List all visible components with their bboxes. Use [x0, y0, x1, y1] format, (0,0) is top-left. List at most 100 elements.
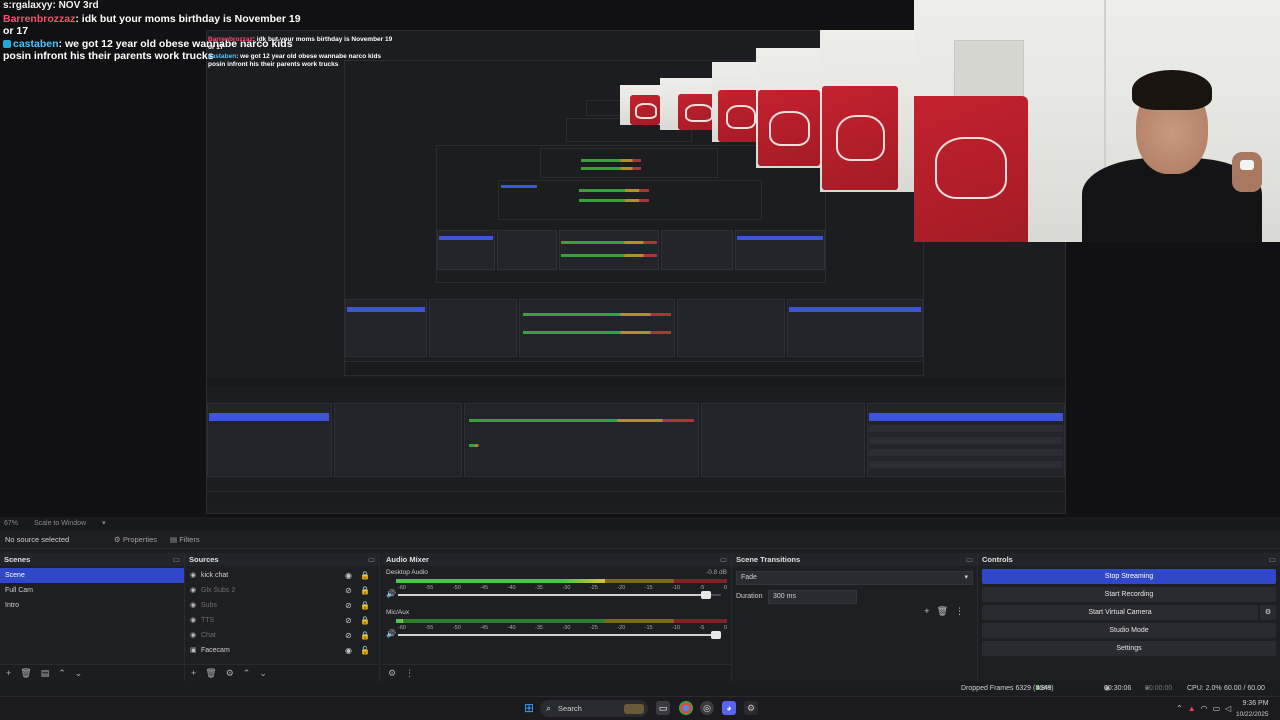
source-item[interactable]: ◉ Chat ⊘ 🔒: [185, 628, 379, 643]
chevron-up-icon[interactable]: ⌃: [1176, 704, 1188, 713]
transition-select[interactable]: Fade ▾: [736, 571, 973, 585]
facecam: [914, 0, 1280, 242]
volume-slider[interactable]: [398, 591, 721, 599]
meter-tick-label: 0: [723, 625, 727, 631]
eye-icon[interactable]: ◉: [345, 643, 352, 658]
browser-icon: ◉: [190, 572, 197, 579]
scene-item[interactable]: Scene: [0, 568, 184, 583]
trash-icon[interactable]: 🗑: [205, 668, 216, 678]
filter-icon[interactable]: ▤: [41, 668, 50, 678]
nested-chat-overlay: Barrenbrozzaz: idk but your moms birthda…: [208, 36, 393, 68]
alert-icon[interactable]: ▲: [1188, 704, 1201, 713]
eye-hidden-icon[interactable]: ⊘: [345, 598, 352, 613]
settings-button[interactable]: Settings: [982, 641, 1276, 656]
meter-tick-label: -5: [699, 625, 705, 631]
volume-icon[interactable]: ◁: [1225, 704, 1236, 713]
eye-hidden-icon[interactable]: ⊘: [345, 613, 352, 628]
clock-time: 9:36 PM: [1242, 700, 1269, 707]
task-view-icon[interactable]: ▭: [656, 701, 670, 715]
meter-tick-label: -55: [425, 585, 434, 591]
audio-mixer-dock: Audio Mixer ▭ Desktop Audio -0.8 dB -60 -5…: [382, 553, 732, 681]
source-item[interactable]: ◉ Subs ⊘ 🔒: [185, 598, 379, 613]
scene-item[interactable]: Intro: [0, 598, 184, 613]
eye-hidden-icon[interactable]: ⊘: [345, 628, 352, 643]
more-icon[interactable]: ⋮: [405, 668, 414, 678]
taskbar-search[interactable]: ⌕ Search: [540, 700, 648, 717]
eye-hidden-icon[interactable]: ⊘: [345, 583, 352, 598]
meter-tick-label: -30: [562, 585, 571, 591]
dock-menu-icon[interactable]: ▭: [966, 553, 973, 566]
start-virtual-camera-button[interactable]: Start Virtual Camera: [982, 605, 1258, 620]
volume-meter: [396, 579, 727, 583]
chevron-down-icon: ▾: [964, 574, 968, 581]
meter-tick-label: -40: [507, 625, 516, 631]
speaker-icon[interactable]: 🔊: [386, 589, 396, 598]
clock[interactable]: 9:36 PM 10/22/2025: [1236, 698, 1269, 720]
sources-toolbar: + 🗑 ⚙ ⌃ ⌄: [185, 664, 379, 681]
move-down-icon[interactable]: ⌄: [75, 668, 83, 678]
add-icon[interactable]: +: [191, 668, 196, 678]
lock-icon[interactable]: 🔒: [360, 598, 370, 613]
gear-icon[interactable]: ⚙: [388, 668, 396, 678]
filters-button[interactable]: ▤ Filters: [170, 531, 200, 549]
source-item[interactable]: ◉ kick chat ◉ 🔒: [185, 568, 379, 583]
chevron-down-icon[interactable]: ▾: [102, 520, 106, 527]
no-source-label: No source selected: [5, 535, 70, 544]
volume-meter: [396, 619, 727, 623]
lock-icon[interactable]: 🔒: [360, 568, 370, 583]
obs-icon[interactable]: ◎: [700, 701, 714, 715]
discord-icon[interactable]: ◕: [722, 701, 736, 715]
lock-icon[interactable]: 🔒: [360, 613, 370, 628]
windows-taskbar: ⊞ ⌕ Search ▭ ◎ ◕ ⚙ ⌃▲◠▭◁ 9:36 PM 10/22/20…: [0, 696, 1280, 720]
move-down-icon[interactable]: ⌄: [259, 668, 267, 678]
zoom-level[interactable]: 67%: [4, 520, 18, 527]
scene-item[interactable]: Full Cam: [0, 583, 184, 598]
dock-menu-icon[interactable]: ▭: [1269, 553, 1276, 566]
source-item[interactable]: ◉ Glx Subs 2 ⊘ 🔒: [185, 583, 379, 598]
source-item[interactable]: ◉ TTS ⊘ 🔒: [185, 613, 379, 628]
meter-tick-label: -45: [480, 625, 489, 631]
gear-icon[interactable]: ⚙: [226, 668, 234, 678]
scale-mode[interactable]: Scale to Window: [34, 520, 86, 527]
virtual-camera-settings-button[interactable]: ⚙: [1260, 605, 1276, 620]
settings-gear-icon[interactable]: ⚙: [744, 701, 758, 715]
meter-ticks: -60 -55 -50 -45 -40 -35 -30 -25 -20 -15 -10 -5 0: [398, 625, 727, 633]
network-icon[interactable]: ▭: [1213, 704, 1226, 713]
gear-icon: ⚙: [1264, 609, 1272, 616]
meter-tick-label: -10: [672, 585, 681, 591]
add-icon[interactable]: +: [6, 668, 11, 678]
unlock-icon[interactable]: 🔓: [360, 643, 370, 658]
dock-menu-icon[interactable]: ▭: [720, 553, 727, 566]
studio-mode-button[interactable]: Studio Mode: [982, 623, 1276, 638]
dock-menu-icon[interactable]: ▭: [173, 553, 180, 566]
add-icon[interactable]: +: [924, 606, 936, 616]
speaker-icon[interactable]: 🔊: [386, 629, 396, 638]
move-up-icon[interactable]: ⌃: [243, 668, 251, 678]
windows-start-icon[interactable]: ⊞: [522, 701, 536, 715]
preview-scale-bar: 67% Scale to Window ▾: [0, 517, 1280, 531]
trash-icon[interactable]: 🗑: [937, 606, 955, 616]
clock-date: 10/22/2025: [1236, 711, 1269, 718]
start-recording-button[interactable]: Start Recording: [982, 587, 1276, 602]
channel-db: -0.8 dB: [706, 569, 727, 576]
properties-button[interactable]: ⚙ Properties: [114, 531, 157, 549]
chrome-icon[interactable]: [679, 701, 693, 715]
duration-input[interactable]: 300 ms: [768, 590, 857, 604]
stop-streaming-button[interactable]: Stop Streaming: [982, 569, 1276, 584]
dock-menu-icon[interactable]: ▭: [368, 553, 375, 566]
chat-message-1: Barrenbrozzaz: idk but your moms birthda…: [3, 13, 301, 37]
source-item[interactable]: ▣ Facecam ◉ 🔓: [185, 643, 379, 658]
trash-icon[interactable]: 🗑: [20, 668, 31, 678]
volume-slider[interactable]: [398, 631, 721, 639]
lock-icon[interactable]: 🔒: [360, 583, 370, 598]
duration-label: Duration: [736, 593, 763, 600]
more-icon[interactable]: ⋮: [955, 606, 971, 616]
wifi-icon[interactable]: ◠: [1201, 704, 1213, 713]
meter-tick-label: -25: [589, 625, 598, 631]
lock-icon[interactable]: 🔒: [360, 628, 370, 643]
eye-icon[interactable]: ◉: [345, 568, 352, 583]
stream-preview[interactable]: s:rgalaxyy: NOV 3rd Barrenbrozzaz: idk b…: [0, 0, 1280, 517]
channel-name: Desktop Audio: [386, 569, 428, 576]
move-up-icon[interactable]: ⌃: [58, 668, 66, 678]
browser-icon: ◉: [190, 602, 197, 609]
